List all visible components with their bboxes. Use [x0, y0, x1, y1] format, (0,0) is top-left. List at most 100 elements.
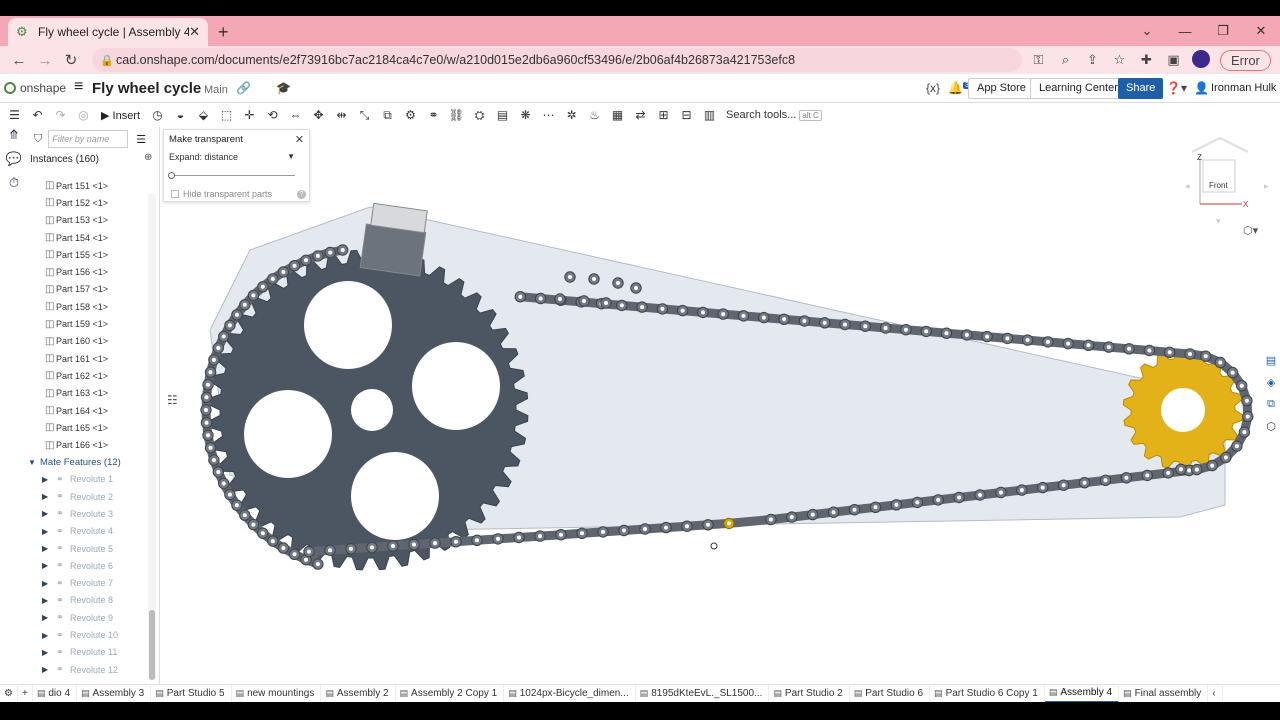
- distance-slider-track[interactable]: [171, 175, 295, 176]
- planar-mate-icon[interactable]: ✥: [307, 105, 330, 125]
- rotate-left-icon[interactable]: ◂: [1185, 181, 1190, 191]
- browser-tab[interactable]: ⚙ Fly wheel cycle | Assembly 4 ✕: [8, 18, 208, 46]
- section-view-icon[interactable]: ❋: [514, 105, 537, 125]
- bom-icon[interactable]: ⊞: [652, 105, 675, 125]
- key-icon[interactable]: ⚿: [1025, 52, 1052, 68]
- view-cube[interactable]: ◂ ▸ ▾ Front Z X: [1180, 134, 1270, 226]
- screw-relation-icon[interactable]: ⛓: [445, 105, 468, 125]
- slider-mate-icon[interactable]: ✛: [238, 105, 261, 125]
- user-icon[interactable]: 👤: [1194, 81, 1209, 95]
- instance-item[interactable]: ◫ Part 162 <1>: [28, 367, 152, 384]
- rotate-right-icon[interactable]: ▸: [1264, 181, 1269, 191]
- chevron-right-icon[interactable]: ▶: [42, 665, 56, 674]
- instance-item[interactable]: ◫ Part 164 <1>: [28, 402, 152, 419]
- explode-icon[interactable]: ⋯: [537, 105, 560, 125]
- chevron-right-icon[interactable]: ▶: [42, 492, 56, 501]
- instance-item[interactable]: ◫ Part 152 <1>: [28, 194, 152, 211]
- hamburger-menu-icon[interactable]: ≡: [74, 78, 83, 96]
- assembly-graphics[interactable]: [160, 127, 1280, 687]
- instance-item[interactable]: ◫ Part 163 <1>: [28, 385, 152, 402]
- document-tab[interactable]: ▤ Assembly 3: [77, 684, 152, 703]
- checkbox-box[interactable]: [171, 190, 179, 198]
- mate-connector-rail-icon[interactable]: ⤊: [0, 127, 28, 151]
- revolute-mate-icon[interactable]: ⬚: [215, 105, 238, 125]
- search-tools-button[interactable]: Search tools... alt C: [720, 106, 828, 124]
- simulation-icon[interactable]: ♨: [583, 105, 606, 125]
- chevron-right-icon[interactable]: ▶: [42, 475, 56, 484]
- mate-connector-icon[interactable]: ◒: [169, 105, 192, 125]
- mate-item[interactable]: ▶ ⚭ Revolute 3: [28, 505, 152, 522]
- panel-scrollbar[interactable]: [148, 194, 156, 680]
- document-tab[interactable]: ▤ 8195dKteEvL._SL1500...: [636, 684, 770, 703]
- properties-icon[interactable]: ▤: [1262, 354, 1280, 376]
- parallel-mate-icon[interactable]: ⇹: [330, 105, 353, 125]
- variables-icon[interactable]: {x}: [926, 81, 940, 95]
- document-tab[interactable]: ▤ new mountings: [232, 684, 322, 703]
- mate-item[interactable]: ▶ ⚭ Revolute 2: [28, 488, 152, 505]
- graphics-viewport[interactable]: [160, 127, 1280, 687]
- expand-select[interactable]: Expand: distance ▼: [169, 152, 295, 166]
- mate-item[interactable]: ▶ ⚭ Revolute 6: [28, 557, 152, 574]
- mate-item[interactable]: ▶ ⚭ Revolute 11: [28, 644, 152, 661]
- menu-dots-icon[interactable]: ⋮: [1271, 52, 1280, 68]
- zoom-icon[interactable]: ⌕: [1052, 52, 1079, 68]
- instance-item[interactable]: ◫ Part 158 <1>: [28, 298, 152, 315]
- pin-slot-mate-icon[interactable]: ⇔: [284, 105, 307, 125]
- instances-header[interactable]: Instances (160): [28, 151, 159, 171]
- reload-icon[interactable]: ↻: [58, 51, 84, 69]
- settings-icon[interactable]: ⚙: [0, 684, 18, 703]
- instance-item[interactable]: ◫ Part 155 <1>: [28, 246, 152, 263]
- chevron-down-icon[interactable]: ⌄: [1128, 23, 1166, 39]
- mate-item[interactable]: ▶ ⚭ Revolute 1: [28, 471, 152, 488]
- list-view-icon[interactable]: ☰: [136, 133, 146, 146]
- restore-icon[interactable]: ❐: [1204, 23, 1242, 39]
- mate-item[interactable]: ▶ ⚭ Revolute 9: [28, 609, 152, 626]
- forward-icon[interactable]: →: [32, 52, 58, 69]
- linear-relation-icon[interactable]: ⛭: [468, 105, 491, 125]
- replicate-icon[interactable]: ◷: [146, 105, 169, 125]
- share-button[interactable]: Share: [1118, 78, 1164, 99]
- cylindrical-mate-icon[interactable]: ⟲: [261, 105, 284, 125]
- measure-icon[interactable]: ▤: [491, 105, 514, 125]
- feature-list-icon[interactable]: ☰: [3, 105, 26, 125]
- mate-item[interactable]: ▶ ⚭ Revolute 4: [28, 523, 152, 540]
- document-tab[interactable]: ▤ dio 4: [33, 684, 78, 703]
- bookmark-star-icon[interactable]: ☆: [1106, 52, 1133, 68]
- chevron-right-icon[interactable]: ▶: [42, 613, 56, 622]
- mate-item[interactable]: ▶ ⚭ Revolute 5: [28, 540, 152, 557]
- mate-item[interactable]: ▶ ⚭ Revolute 8: [28, 592, 152, 609]
- fastened-mate-icon[interactable]: ⬙: [192, 105, 215, 125]
- help-icon[interactable]: ?: [297, 190, 306, 199]
- url-input[interactable]: 🔒 cad.onshape.com/documents/e2f73916bc7a…: [92, 48, 1022, 72]
- mate-features-header[interactable]: ▼ Mate Features (12): [28, 454, 152, 471]
- comments-icon[interactable]: 💬: [0, 151, 28, 175]
- instance-item[interactable]: ◫ Part 166 <1>: [28, 436, 152, 453]
- instance-item[interactable]: ◫ Part 153 <1>: [28, 212, 152, 229]
- instance-item[interactable]: ◫ Part 161 <1>: [28, 350, 152, 367]
- mate-item[interactable]: ▶ ⚭ Revolute 10: [28, 626, 152, 643]
- error-button[interactable]: Error: [1220, 49, 1271, 71]
- instance-item[interactable]: ◫ Part 160 <1>: [28, 333, 152, 350]
- sidebar-icon[interactable]: ▣: [1160, 52, 1187, 68]
- document-tab[interactable]: ▤ Part Studio 5: [151, 684, 232, 703]
- mate-item[interactable]: ▶ ⚭ Revolute 12: [28, 661, 152, 678]
- learning-center-button[interactable]: Learning Center: [1030, 78, 1127, 99]
- tab-scroll-left-icon[interactable]: ‹: [1208, 684, 1223, 703]
- hide-transparent-checkbox[interactable]: Hide transparent parts: [171, 189, 272, 199]
- document-tab[interactable]: ▤ Assembly 2 Copy 1: [396, 684, 505, 703]
- share-page-icon[interactable]: ⇪: [1079, 52, 1106, 68]
- feature-list-toggle-icon[interactable]: ☷: [167, 393, 178, 407]
- link-icon[interactable]: 🔗: [236, 81, 251, 95]
- dialog-close-icon[interactable]: ✕: [295, 133, 304, 146]
- gear-relation-icon[interactable]: ⚙: [399, 105, 422, 125]
- mate-values-icon[interactable]: ⧉: [1262, 398, 1280, 420]
- add-folder-icon[interactable]: ⊕: [144, 152, 152, 163]
- undo-icon[interactable]: ↶: [26, 105, 49, 125]
- chevron-right-icon[interactable]: ▶: [42, 544, 56, 553]
- document-tab[interactable]: ▤ Assembly 2: [321, 684, 396, 703]
- app-store-button[interactable]: App Store: [968, 78, 1035, 99]
- rotate-down-icon[interactable]: ▾: [1216, 216, 1221, 226]
- document-tab[interactable]: ▤ Part Studio 6 Copy 1: [930, 684, 1045, 703]
- instance-item[interactable]: ◫ Part 156 <1>: [28, 263, 152, 280]
- named-views-icon[interactable]: ▥: [698, 105, 721, 125]
